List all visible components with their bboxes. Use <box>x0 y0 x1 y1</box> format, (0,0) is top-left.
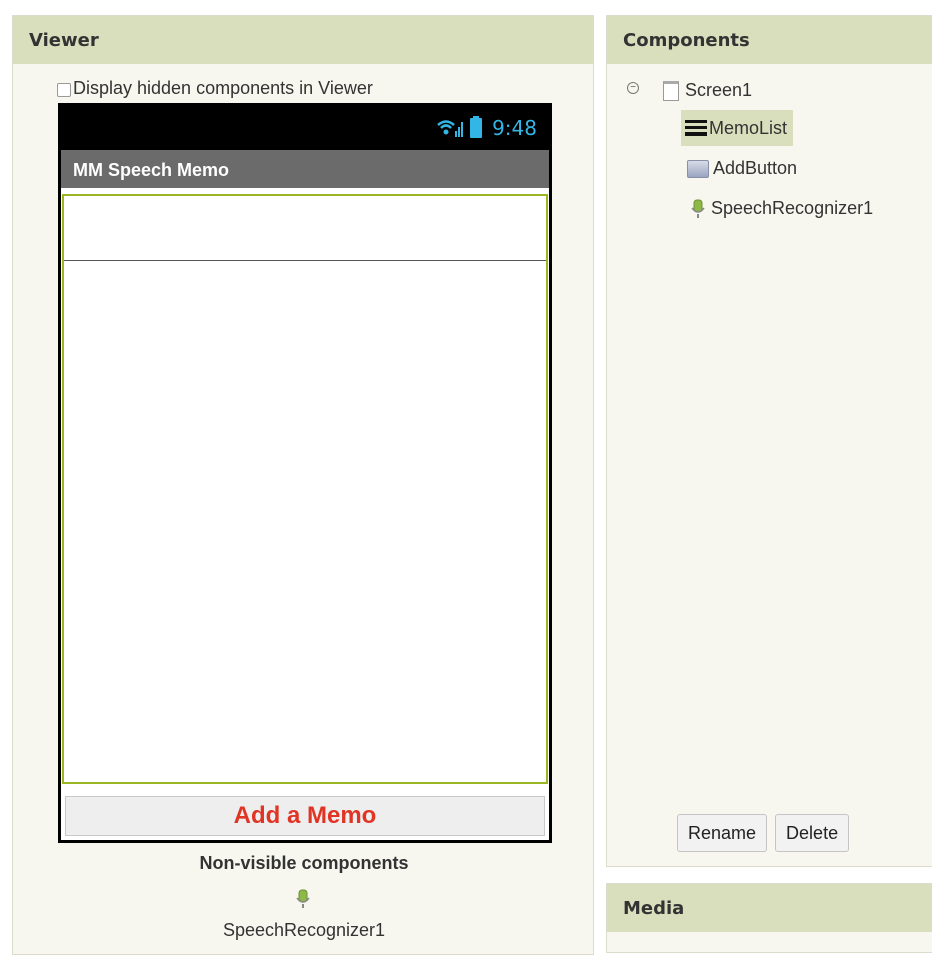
tree-node-addbutton[interactable]: AddButton <box>687 158 797 179</box>
tree-node-memolist[interactable]: MemoList <box>681 110 794 146</box>
microphone-icon <box>691 199 705 219</box>
tree-node-label: SpeechRecognizer1 <box>711 198 874 218</box>
button-component-icon <box>687 159 709 178</box>
display-hidden-toggle[interactable]: Display hidden components in Viewer <box>57 78 373 99</box>
nonvisible-speech-recognizer[interactable]: SpeechRecognizer1 <box>13 920 595 941</box>
memo-list-divider <box>64 260 546 261</box>
display-hidden-label: Display hidden components in Viewer <box>73 78 373 98</box>
status-clock: 9:48 <box>492 116 537 140</box>
viewer-panel: Viewer Display hidden components in View… <box>12 15 594 955</box>
tree-node-screen1[interactable]: Screen1 <box>663 80 752 101</box>
memo-list-view[interactable] <box>62 194 548 784</box>
tree-node-label: Screen1 <box>685 80 753 100</box>
app-title-bar: MM Speech Memo <box>61 150 549 188</box>
tree-node-speechrecognizer[interactable]: SpeechRecognizer1 <box>691 198 873 219</box>
wifi-icon <box>436 118 464 138</box>
screen-icon <box>663 80 679 101</box>
microphone-icon[interactable] <box>296 889 310 909</box>
component-actions: Rename Delete <box>677 814 850 852</box>
list-view-icon <box>685 120 707 136</box>
nonvisible-components-title: Non-visible components <box>199 853 409 873</box>
rename-button[interactable]: Rename <box>677 814 768 852</box>
status-icons: 9:48 <box>436 116 537 140</box>
phone-preview: 9:48 MM Speech Memo Add a Memo <box>58 103 552 843</box>
components-panel: Components − Screen1 MemoList AddButton … <box>606 15 932 867</box>
tree-node-label: MemoList <box>709 117 788 138</box>
media-header: Media <box>607 884 932 932</box>
display-hidden-checkbox[interactable] <box>57 82 71 97</box>
collapse-toggle-icon[interactable]: − <box>627 82 639 94</box>
viewer-header: Viewer <box>13 16 593 64</box>
phone-status-bar: 9:48 <box>61 106 549 150</box>
components-header: Components <box>607 16 932 64</box>
add-memo-button[interactable]: Add a Memo <box>65 796 545 836</box>
media-panel: Media <box>606 883 932 953</box>
battery-icon <box>470 116 483 138</box>
tree-node-label: AddButton <box>713 158 798 178</box>
delete-button[interactable]: Delete <box>775 814 850 852</box>
